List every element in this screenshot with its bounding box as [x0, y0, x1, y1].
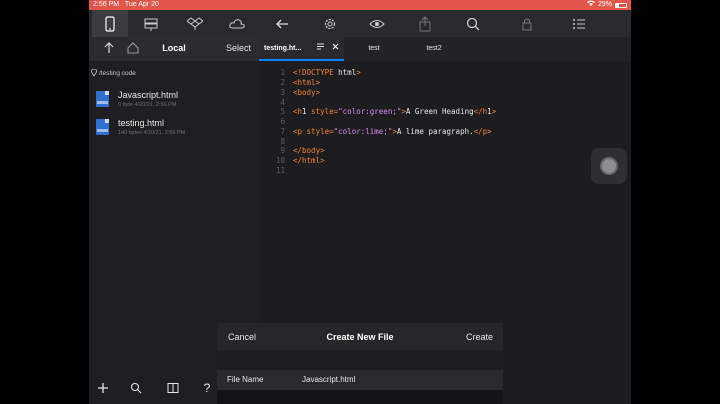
book-icon[interactable]: [165, 380, 181, 396]
list-icon[interactable]: [561, 10, 597, 37]
lock-icon[interactable]: [509, 10, 545, 37]
status-time: 2:56 PM: [93, 1, 120, 8]
battery-percent: 29%: [597, 1, 612, 8]
tab-menu-icon[interactable]: [317, 37, 324, 61]
code-line: <html>: [293, 78, 321, 87]
search-icon[interactable]: [455, 10, 491, 37]
tab-bar: testing.ht... test test2: [259, 37, 631, 61]
assistive-touch-button[interactable]: [591, 148, 627, 184]
status-right: 29%: [586, 0, 627, 10]
tab-test2[interactable]: test2: [404, 37, 464, 61]
file-item-testing[interactable]: testing.html 140 bytes 4/20/21, 2:56 PM: [96, 117, 256, 143]
wifi-icon: [586, 0, 595, 10]
line-number: 6: [280, 117, 285, 126]
status-date: Tue Apr 20: [124, 1, 159, 8]
line-number: 5: [280, 107, 285, 116]
line-number: 9: [280, 146, 285, 155]
file-name: testing.html: [118, 118, 165, 128]
code-line: <body>: [293, 88, 321, 97]
code-line: </body>: [293, 146, 325, 155]
file-browser-nav: Local Select: [89, 37, 259, 61]
cloud-icon[interactable]: [219, 10, 255, 37]
tab-label: testing.ht...: [264, 45, 302, 52]
tab-test[interactable]: test: [344, 37, 404, 61]
dialog-spacer: [217, 350, 503, 370]
help-icon[interactable]: ?: [199, 380, 215, 396]
create-file-dialog: Cancel Create New File Create File Name …: [217, 323, 503, 404]
gear-icon[interactable]: [312, 10, 348, 37]
breadcrumb: /testing code: [91, 68, 136, 78]
line-number: 3: [280, 88, 285, 97]
phone-icon[interactable]: [92, 10, 128, 37]
app-window: 2:56 PM Tue Apr 20 29% Local Select /tes…: [89, 0, 631, 404]
line-number: 2: [280, 78, 285, 87]
top-toolbar: [89, 10, 631, 37]
search-icon[interactable]: [128, 380, 144, 396]
file-name-field[interactable]: File Name Javascript.html: [217, 370, 503, 390]
add-icon[interactable]: [95, 380, 111, 396]
share-icon[interactable]: [407, 10, 443, 37]
location-pin-icon: [91, 68, 97, 78]
line-number: 11: [275, 166, 285, 175]
code-line: <h1 style="color:green;">A Green Heading…: [293, 107, 497, 116]
tab-close-icon[interactable]: [332, 37, 339, 61]
tab-testing[interactable]: testing.ht...: [259, 37, 344, 61]
dropbox-icon[interactable]: [177, 10, 213, 37]
code-line: <p style="color:lime;">A lime paragraph.…: [293, 127, 492, 136]
dialog-title: Create New File: [326, 332, 394, 342]
file-name-label: File Name: [227, 375, 264, 384]
status-bar: 2:56 PM Tue Apr 20 29%: [89, 0, 631, 10]
server-icon[interactable]: [133, 10, 169, 37]
dialog-header: Cancel Create New File Create: [217, 323, 503, 350]
create-button[interactable]: Create: [466, 332, 493, 342]
line-number: 10: [275, 156, 285, 165]
html-file-icon: [96, 91, 109, 107]
file-item-javascript[interactable]: Javascript.html 0 byte 4/20/21, 2:56 PM: [96, 89, 256, 115]
html-file-icon: [96, 119, 109, 135]
back-arrow-icon[interactable]: [264, 10, 300, 37]
select-button[interactable]: Select: [226, 43, 251, 53]
line-number: 7: [280, 127, 285, 136]
file-meta: 140 bytes 4/20/21, 2:56 PM: [118, 130, 186, 136]
battery-icon: [615, 2, 627, 8]
line-number: 4: [280, 98, 285, 107]
code-line: <!DOCTYPE html>: [293, 68, 361, 77]
line-number: 1: [280, 68, 285, 77]
line-number: 8: [280, 137, 285, 146]
status-time-date: 2:56 PM Tue Apr 20: [93, 0, 159, 10]
file-name-input[interactable]: Javascript.html: [302, 375, 355, 384]
battery-level: [616, 3, 619, 7]
assistive-touch-icon: [600, 157, 618, 175]
file-meta: 0 byte 4/20/21, 2:56 PM: [118, 102, 177, 108]
file-name: Javascript.html: [118, 90, 179, 100]
eye-icon[interactable]: [359, 10, 395, 37]
path-label: /testing code: [99, 70, 136, 77]
code-line: </html>: [293, 156, 325, 165]
